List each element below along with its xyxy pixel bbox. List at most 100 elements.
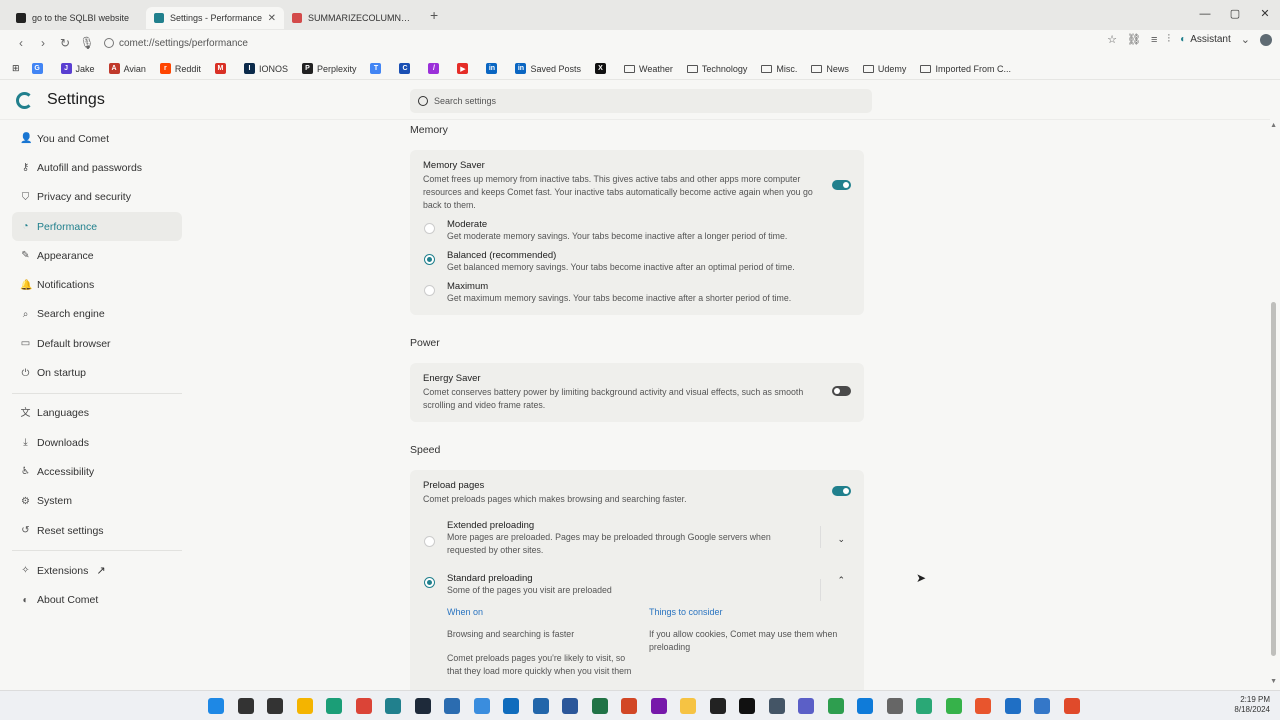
taskbar-app-icon[interactable]	[1034, 698, 1050, 714]
energy-saver-toggle[interactable]	[832, 386, 851, 396]
taskbar-start-icon[interactable]	[208, 698, 224, 714]
sidebar-item-accessibility[interactable]: ♿ Accessibility	[12, 457, 182, 486]
browser-tab[interactable]: Settings - Performance ✕	[146, 7, 284, 29]
bookmark-item[interactable]: /	[428, 63, 443, 74]
taskbar-excel-icon[interactable]	[591, 698, 608, 714]
chevron-down-icon[interactable]: ⌄	[1241, 33, 1250, 46]
bookmark-item[interactable]: P Perplexity	[301, 63, 356, 74]
bookmark-item[interactable]: I IONOS	[243, 63, 288, 74]
taskbar-teams-icon[interactable]	[798, 698, 814, 714]
bookmark-item[interactable]: Weather	[624, 64, 673, 74]
bookmark-item[interactable]: T	[370, 63, 385, 74]
taskbar-edge-icon[interactable]	[326, 698, 342, 714]
sidebar-item-default-browser[interactable]: ▭ Default browser	[12, 329, 182, 358]
bookmark-item[interactable]: J Jake	[60, 63, 95, 74]
address-bar[interactable]: comet://settings/performance	[104, 34, 248, 52]
taskbar-app-icon[interactable]	[857, 698, 873, 714]
browser-tab[interactable]: SUMMARIZECOLUMNS best p	[284, 7, 422, 29]
taskbar-outlook-icon[interactable]	[532, 698, 549, 714]
maximize-button[interactable]: ▢	[1220, 0, 1250, 30]
standard-preloading-option[interactable]: Standard preloading Some of the pages yo…	[423, 573, 851, 601]
taskbar-app-icon[interactable]	[1004, 698, 1021, 714]
taskbar-onenote-icon[interactable]	[650, 698, 667, 714]
scroll-down-arrow[interactable]: ▼	[1270, 678, 1277, 685]
taskbar-app-icon[interactable]	[739, 698, 755, 714]
search-settings-input[interactable]: Search settings	[410, 89, 872, 113]
sidebar-item-languages[interactable]: 文 Languages	[12, 399, 182, 428]
memory-option-radio[interactable]	[424, 285, 435, 296]
sidebar-item-reset-settings[interactable]: ↺ Reset settings	[12, 516, 182, 545]
bookmark-item[interactable]: C	[399, 63, 414, 74]
bookmark-item[interactable]: in	[486, 63, 501, 74]
sidebar-item-about-comet[interactable]: ◐ About Comet	[12, 585, 182, 614]
bookmark-item[interactable]: News	[811, 64, 849, 74]
link-icon[interactable]: ⛓	[1127, 33, 1141, 46]
system-clock[interactable]: 2:19 PM 8/18/2024	[1234, 695, 1270, 715]
taskbar-powerpoint-icon[interactable]	[621, 698, 637, 714]
back-button[interactable]: ‹	[10, 36, 32, 50]
taskbar-app-icon[interactable]	[473, 698, 490, 714]
taskbar-terminal-icon[interactable]	[414, 698, 431, 714]
memory-option[interactable]: Moderate Get moderate memory savings. You…	[423, 219, 851, 243]
menu-lines-icon[interactable]: ≡	[1151, 34, 1157, 46]
extended-preloading-option[interactable]: Extended preloading More pages are prelo…	[423, 520, 851, 557]
bookmark-item[interactable]: X	[595, 63, 610, 74]
bookmark-item[interactable]: G	[31, 63, 47, 74]
taskbar-app-icon[interactable]	[827, 698, 844, 714]
sidebar-item-autofill-and-passwords[interactable]: ⚷ Autofill and passwords	[12, 153, 182, 182]
memory-option-radio[interactable]	[424, 254, 435, 265]
scroll-up-arrow[interactable]: ▲	[1270, 122, 1277, 129]
sidebar-item-search-engine[interactable]: ⌕ Search engine	[12, 300, 182, 329]
close-tab-icon[interactable]: ✕	[268, 13, 276, 24]
memory-option[interactable]: Maximum Get maximum memory savings. Your …	[423, 281, 851, 305]
apps-grid-icon[interactable]: ⊞	[12, 63, 20, 74]
bookmark-item[interactable]: in Saved Posts	[515, 63, 581, 74]
new-tab-button[interactable]: +	[430, 7, 438, 23]
site-info-icon[interactable]	[104, 38, 114, 48]
memory-option-radio[interactable]	[424, 223, 435, 234]
bookmark-item[interactable]: Misc.	[761, 64, 797, 74]
taskbar-chrome-icon[interactable]	[355, 698, 372, 714]
taskbar-app-icon[interactable]	[916, 698, 932, 714]
taskbar-app-icon[interactable]	[444, 698, 460, 714]
memory-option[interactable]: Balanced (recommended) Get balanced memor…	[423, 250, 851, 274]
preload-toggle[interactable]	[832, 486, 851, 496]
bookmark-item[interactable]: Technology	[686, 64, 747, 74]
scrollbar-thumb[interactable]	[1271, 302, 1276, 656]
taskbar-app-icon[interactable]	[945, 698, 962, 714]
taskbar-app-icon[interactable]	[1063, 698, 1080, 714]
bookmark-item[interactable]: A Avian	[108, 63, 146, 74]
taskbar-app-icon[interactable]	[886, 698, 903, 714]
taskbar-dax-icon[interactable]	[768, 698, 785, 714]
profile-avatar[interactable]	[1260, 33, 1272, 46]
bookmark-star-icon[interactable]: ☆	[1107, 33, 1117, 46]
bookmark-item[interactable]: Udemy	[862, 64, 906, 74]
taskbar-notes-icon[interactable]	[680, 698, 696, 714]
taskbar-word-icon[interactable]	[562, 698, 578, 714]
reload-button[interactable]: ↻	[54, 36, 76, 50]
taskbar-file-explorer-icon[interactable]	[296, 698, 313, 714]
taskbar-task-view-icon[interactable]	[267, 698, 283, 714]
bookmark-item[interactable]: ▶	[457, 63, 472, 74]
taskbar-comet-icon[interactable]	[385, 698, 401, 714]
sidebar-item-extensions[interactable]: ✧ Extensions ↗	[12, 556, 182, 585]
bookmark-item[interactable]: M	[214, 63, 230, 74]
chevron-up-icon[interactable]: ⌃	[837, 575, 845, 586]
taskbar-outlook-icon[interactable]	[503, 698, 519, 714]
taskbar-search-icon[interactable]	[237, 698, 254, 714]
taskbar-app-icon[interactable]	[709, 698, 726, 714]
mic-icon[interactable]: 🎙	[76, 36, 98, 50]
sidebar-item-performance[interactable]: ◔ Performance	[12, 211, 182, 242]
sidebar-item-privacy-and-security[interactable]: ⛉ Privacy and security	[12, 183, 182, 212]
sidebar-item-notifications[interactable]: 🔔 Notifications	[12, 270, 182, 299]
bookmark-item[interactable]: r Reddit	[159, 63, 201, 74]
close-window-button[interactable]: ✕	[1250, 0, 1280, 30]
forward-button[interactable]: ›	[32, 36, 54, 50]
standard-preloading-radio[interactable]	[424, 577, 435, 588]
sidebar-item-appearance[interactable]: ✎ Appearance	[12, 241, 182, 270]
sidebar-item-system[interactable]: ⚙ System	[12, 487, 182, 516]
sidebar-item-downloads[interactable]: ⤓ Downloads	[12, 428, 182, 457]
bookmark-item[interactable]: Imported From C...	[920, 64, 1011, 74]
audio-icon[interactable]: ⫶	[1167, 33, 1170, 46]
minimize-button[interactable]: —	[1190, 0, 1220, 30]
